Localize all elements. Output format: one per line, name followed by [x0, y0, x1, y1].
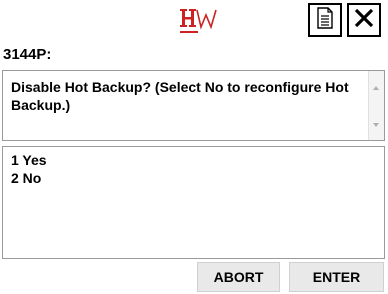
- close-icon: [353, 7, 375, 34]
- list-item-yes[interactable]: 1 Yes: [11, 151, 47, 169]
- page-title: 3144P:: [3, 46, 52, 63]
- options-list: 1 Yes 2 No: [2, 146, 385, 259]
- list-item-no[interactable]: 2 No: [11, 169, 41, 187]
- header-bar: [0, 0, 388, 44]
- scroll-up-icon[interactable]: [373, 86, 379, 90]
- scroll-down-icon[interactable]: [373, 123, 379, 127]
- prompt-text: Disable Hot Backup? (Select No to reconf…: [11, 79, 349, 113]
- prompt-scrollbar[interactable]: [368, 71, 384, 140]
- abort-button[interactable]: ABORT: [197, 262, 280, 292]
- document-icon: [316, 6, 334, 34]
- prompt-textbox: Disable Hot Backup? (Select No to reconf…: [2, 70, 385, 141]
- close-button[interactable]: [347, 3, 381, 37]
- hw-logo-icon: [180, 7, 220, 39]
- document-button[interactable]: [308, 3, 342, 37]
- enter-button[interactable]: ENTER: [289, 262, 384, 292]
